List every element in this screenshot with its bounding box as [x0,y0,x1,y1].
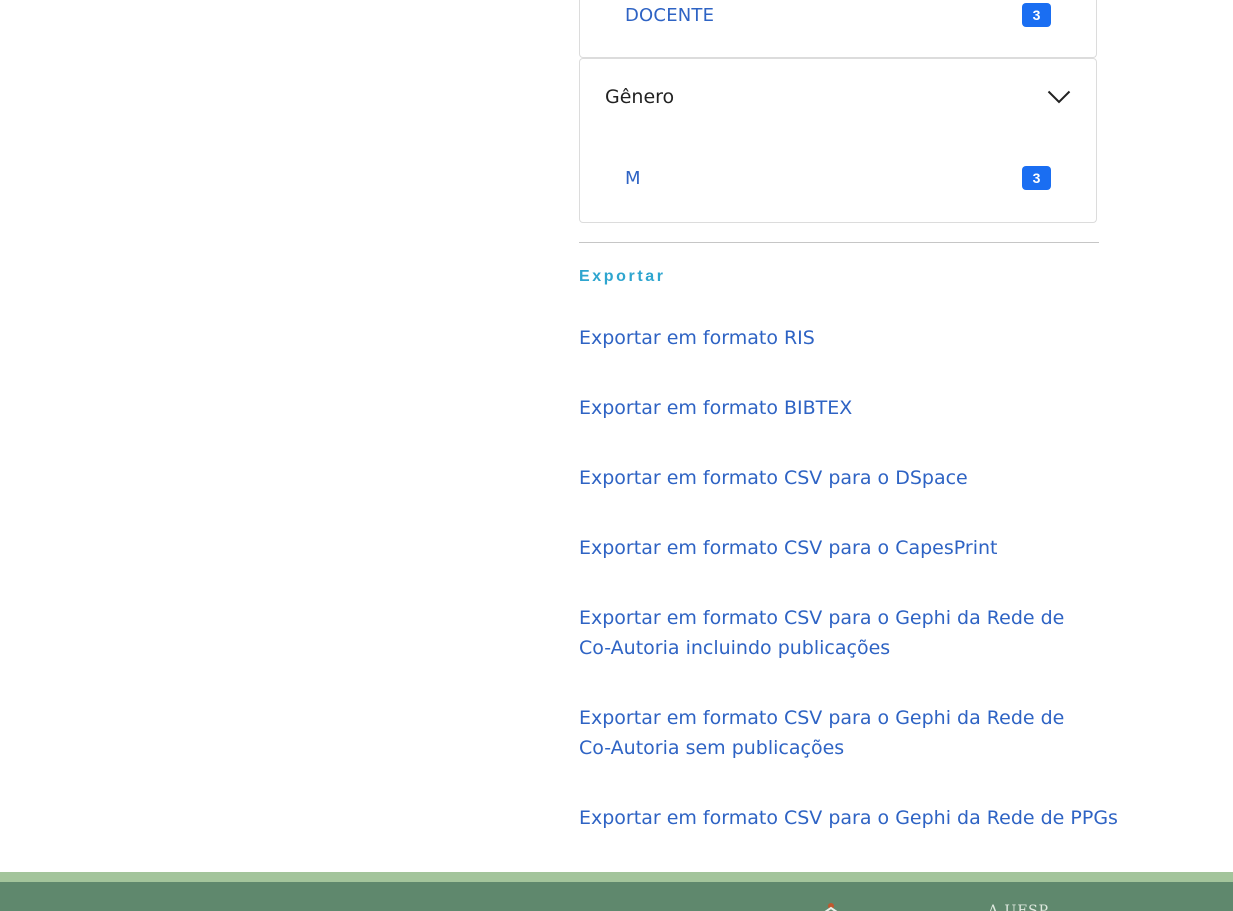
footer-stripe [0,872,1233,882]
export-ris-link[interactable]: Exportar em formato RIS [579,323,1119,353]
export-bibtex-link[interactable]: Exportar em formato BIBTEX [579,393,1119,423]
count-badge: 3 [1022,3,1051,27]
count-badge: 3 [1022,166,1051,190]
section-divider [579,242,1099,243]
export-csv-gephi-ppgs-link[interactable]: Exportar em formato CSV para o Gephi da … [579,803,1119,833]
institution-logo-icon [824,903,838,911]
facet-item-m[interactable]: M 3 [625,165,1051,191]
export-csv-capesprint-link[interactable]: Exportar em formato CSV para o CapesPrin… [579,533,1119,563]
facet-title: Gênero [605,86,675,108]
facet-genero-toggle[interactable]: Gênero [605,59,1071,135]
facet-genero-items: M 3 [579,134,1097,223]
facet-item-label[interactable]: DOCENTE [625,5,714,26]
export-csv-gephi-coauthorship-with-publications-link[interactable]: Exportar em formato CSV para o Gephi da … [579,603,1099,663]
facet-genero: Gênero [579,58,1097,135]
export-csv-gephi-coauthorship-without-publications-link[interactable]: Exportar em formato CSV para o Gephi da … [579,703,1099,763]
footer-text: A UFSP [988,903,1050,911]
chevron-down-icon[interactable] [1047,90,1071,104]
facet-vinculo-items: DOCENTE 3 [579,0,1097,58]
facet-item-label[interactable]: M [625,168,641,189]
footer: A UFSP [0,882,1233,911]
export-csv-dspace-link[interactable]: Exportar em formato CSV para o DSpace [579,463,1119,493]
facet-item-docente[interactable]: DOCENTE 3 [625,2,1051,28]
export-heading: Exportar [579,268,666,285]
page: DOCENTE 3 Gênero M 3 Exportar Exportar e… [0,0,1233,911]
